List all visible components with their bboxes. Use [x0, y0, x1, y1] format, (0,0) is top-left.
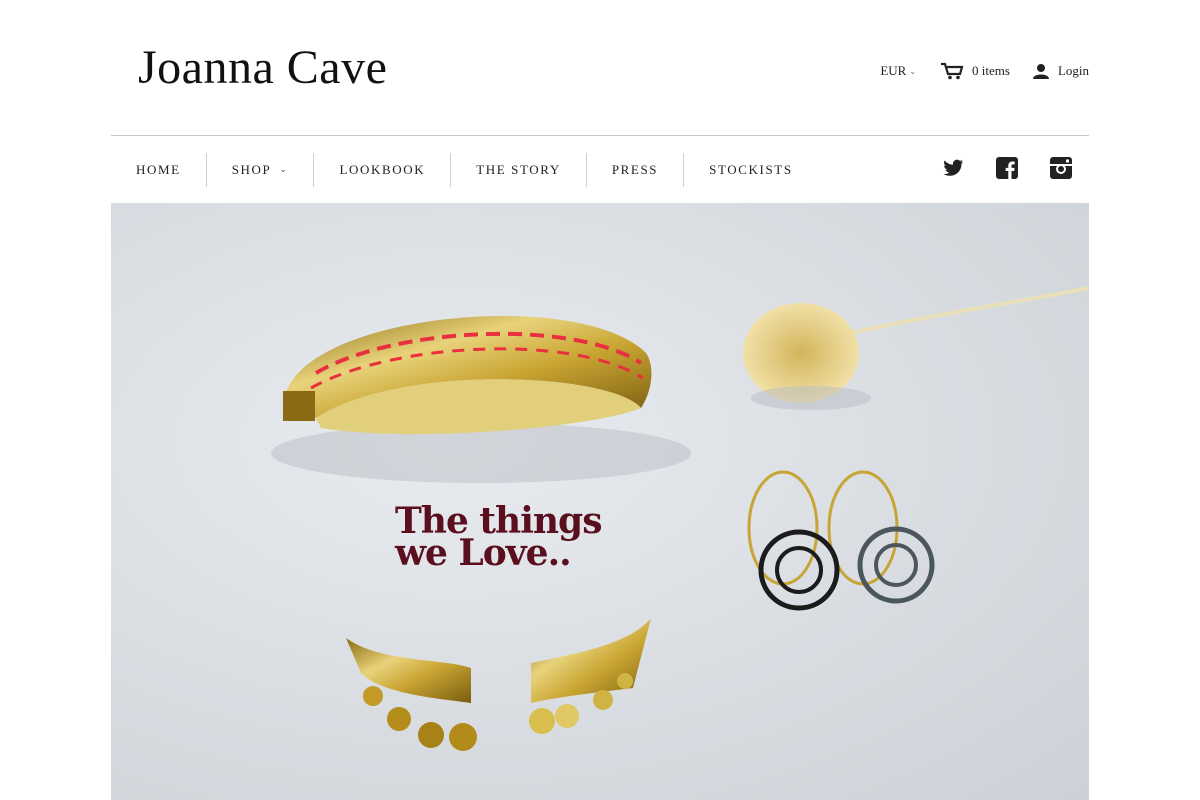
facebook-icon[interactable] [995, 156, 1019, 180]
nav-lookbook[interactable]: LOOKBOOK [313, 152, 450, 187]
cart-link[interactable]: 0 items [940, 62, 1010, 80]
bangle-image [283, 315, 652, 435]
hero-headline: The things we Love.. [395, 503, 602, 574]
nav-stockists[interactable]: STOCKISTS [683, 152, 818, 187]
hero-banner[interactable]: The things we Love.. [111, 203, 1089, 800]
social-links [941, 156, 1073, 180]
nav-home[interactable]: HOME [111, 153, 206, 187]
login-link[interactable]: Login [1032, 63, 1089, 79]
nav-press[interactable]: PRESS [585, 152, 683, 187]
site-logo[interactable]: Joanna Cave [138, 40, 387, 95]
nav-label: HOME [136, 161, 181, 177]
utility-bar: EUR ⌄ 0 items Login [880, 62, 1089, 80]
site-header: Joanna Cave EUR ⌄ 0 items Login [111, 0, 1089, 136]
dried-flower-image [743, 286, 1089, 410]
nav-label: STOCKISTS [709, 161, 793, 177]
nav-label: SHOP [231, 161, 272, 177]
currency-selector[interactable]: EUR ⌄ [880, 63, 916, 79]
hoop-earrings-image [747, 470, 935, 611]
main-nav: HOME SHOP ⌄ LOOKBOOK THE STORY PRESS STOC… [111, 136, 1089, 203]
hero-line-2: we Love.. [395, 532, 572, 574]
twitter-icon[interactable] [941, 156, 965, 180]
chevron-down-icon: ⌄ [909, 66, 917, 76]
nav-shop[interactable]: SHOP ⌄ [205, 152, 314, 187]
cart-count: 0 items [972, 63, 1010, 78]
login-label: Login [1057, 63, 1089, 78]
chevron-down-icon: ⌄ [279, 164, 289, 174]
instagram-icon[interactable] [1049, 156, 1073, 180]
currency-label: EUR [880, 63, 907, 78]
nav-label: THE STORY [476, 161, 561, 177]
drop-earrings-image [346, 618, 651, 751]
nav-label: PRESS [611, 161, 659, 177]
nav-label: LOOKBOOK [339, 161, 426, 177]
cart-icon [940, 62, 964, 80]
nav-the-story[interactable]: THE STORY [450, 152, 586, 187]
user-icon [1032, 63, 1050, 79]
